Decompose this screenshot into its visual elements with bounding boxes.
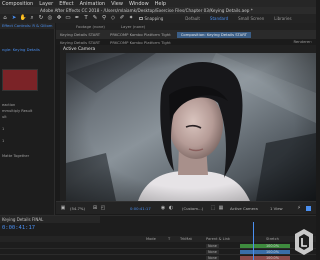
timeline-panel: Keying Details FINAL 0:00:41:17 Mode T T… (0, 215, 316, 260)
column-mode: Mode (146, 237, 156, 241)
zoom-tool-icon[interactable]: ⌕ (29, 15, 35, 22)
workspace-small-screen[interactable]: Small Screen (238, 16, 264, 21)
menu-animation[interactable]: Animation (80, 1, 106, 7)
eraser-tool-icon[interactable]: ◇ (110, 15, 116, 22)
column-trkmat: TrkMat (180, 237, 192, 241)
footage-viewer-tab[interactable]: Footage (none) (76, 24, 105, 29)
roto-brush-tool-icon[interactable]: ✐ (119, 15, 125, 22)
magnification-dropdown[interactable]: (54.7%) (70, 205, 85, 212)
parent-dropdown[interactable]: None (206, 249, 219, 254)
viewer-controls-bar: ▣ (54.7%) ⊞ ◰ 0:00:41:17 ◉ ◐ (Custom...)… (56, 201, 316, 214)
snapping-label: Snapping (144, 16, 164, 21)
effect-property-row[interactable]: Matte Together (2, 154, 54, 159)
parent-dropdown[interactable]: None (206, 255, 219, 260)
menu-window[interactable]: Window (129, 1, 149, 7)
tab-prkcomp[interactable]: PRKCOMP Kombo Platform Tight (106, 32, 175, 38)
stretch-value[interactable]: 100.0% (266, 244, 279, 248)
playhead[interactable] (253, 222, 254, 260)
view-dropdown[interactable]: Active Camera (230, 205, 258, 212)
effect-controls-tab[interactable]: Effect Controls: R & Gillom (0, 23, 55, 29)
tab-keying-details-start[interactable]: Keying Details START (56, 32, 104, 38)
resolution-dropdown[interactable]: (Custom...) (182, 205, 203, 212)
shape-tool-icon[interactable]: ▭ (65, 15, 71, 22)
workspace-libraries[interactable]: Libraries (274, 16, 291, 21)
layer-duration-bar[interactable] (240, 243, 290, 248)
video-frame (66, 53, 316, 201)
pan-behind-tool-icon[interactable]: ✥ (56, 15, 62, 22)
layer-duration-bar[interactable] (240, 249, 290, 254)
column-t: T (168, 237, 171, 241)
menu-help[interactable]: Help (155, 1, 166, 7)
watermark-logo (294, 228, 314, 256)
effect-controls-panel: Effect Controls: R & Gillom ngle: Keying… (0, 23, 55, 215)
crumb-prkcomp[interactable]: PRKCOMP Kombo Platform Tight (110, 40, 171, 45)
timeline-column-header: Mode T TrkMat Parent & Link Stretch (0, 236, 316, 242)
camera-tool-icon[interactable]: ◎ (47, 15, 53, 22)
viewer-source-row: Footage (none) Layer (none) (56, 23, 316, 30)
effect-property-row[interactable]: mmultiply Result (2, 109, 54, 114)
tab-composition-active[interactable]: Composition: Keying Details START (176, 31, 251, 38)
stretch-value[interactable]: 100.0% (266, 250, 279, 254)
rotate-tool-icon[interactable]: ↻ (38, 15, 44, 22)
snapshot-camera-icon[interactable]: ◉ (160, 205, 166, 211)
column-stretch: Stretch (266, 237, 279, 241)
effect-property-row[interactable]: ult (2, 115, 54, 120)
effect-property-row[interactable]: eaction (2, 103, 54, 108)
keyed-footage-image (66, 53, 316, 201)
menu-view[interactable]: View (111, 1, 123, 7)
layer-viewer-tab[interactable]: Layer (none) (121, 24, 145, 29)
view-layout-dropdown[interactable]: 1 View (270, 205, 283, 212)
parent-dropdown[interactable]: None (206, 243, 219, 248)
tools-panel: ⌂ ➤ ✋ ⌕ ↻ ◎ ✥ ▭ ✒ T ✎ ⚲ ◇ ✐ ✦ Snapping D… (0, 14, 316, 23)
active-camera-label: Active Camera (63, 47, 96, 52)
menu-bar: Composition Layer Effect Animation View … (0, 0, 316, 7)
linkedin-learning-logo-icon (295, 229, 313, 255)
menu-effect[interactable]: Effect (59, 1, 73, 7)
exposure-color-icon[interactable] (306, 205, 311, 211)
window-title: Adobe After Effects CC 2018 - /Users/mla… (40, 8, 253, 13)
transparency-grid-icon[interactable]: ▦ (218, 205, 224, 211)
region-of-interest-icon[interactable]: ⬚ (210, 205, 216, 211)
hand-tool-icon[interactable]: ✋ (20, 15, 27, 22)
home-icon[interactable]: ⌂ (2, 15, 8, 22)
menu-composition[interactable]: Composition (2, 1, 33, 7)
timeline-current-time[interactable]: 0:00:41:17 (2, 225, 35, 231)
title-bar: Adobe After Effects CC 2018 - /Users/mla… (0, 7, 316, 14)
current-time-display[interactable]: 0:00:41:17 (130, 205, 151, 212)
effect-property-row[interactable]: 1 (2, 139, 54, 144)
mask-visibility-icon[interactable]: ◰ (100, 205, 106, 211)
snapping-checkbox[interactable] (139, 16, 143, 21)
show-channel-icon[interactable]: ◐ (168, 205, 174, 211)
layer-duration-bar[interactable] (240, 255, 290, 260)
timeline-tab[interactable]: Keying Details FINAL (0, 216, 100, 223)
pen-tool-icon[interactable]: ✒ (74, 15, 80, 22)
effect-property-row[interactable]: 1 (2, 127, 54, 132)
composition-viewer[interactable]: Active Camera (60, 45, 316, 201)
color-swatch[interactable] (2, 69, 38, 91)
workspace-standard[interactable]: Standard (210, 16, 228, 21)
effect-controls-layer-label: ngle: Keying Details (2, 47, 40, 52)
workspace-default[interactable]: Default (185, 16, 200, 21)
layer-row[interactable]: None 100.0% (0, 255, 316, 260)
stretch-value[interactable]: 100.0% (266, 256, 279, 260)
column-parent-link: Parent & Link (206, 237, 230, 241)
selection-tool-icon[interactable]: ➤ (11, 15, 17, 22)
menu-layer[interactable]: Layer (39, 1, 53, 7)
composition-tabs: Keying Details START PRKCOMP Kombo Platf… (56, 30, 316, 39)
brush-tool-icon[interactable]: ✎ (92, 15, 98, 22)
crumb-keying-details-start[interactable]: Keying Details START (60, 40, 100, 45)
puppet-tool-icon[interactable]: ✦ (128, 15, 134, 22)
type-tool-icon[interactable]: T (83, 15, 89, 22)
clone-stamp-tool-icon[interactable]: ⚲ (101, 15, 107, 22)
fast-previews-icon[interactable]: ⚡ (296, 205, 302, 211)
grid-icon[interactable]: ⊞ (92, 205, 98, 211)
always-preview-icon[interactable]: ▣ (60, 205, 66, 211)
